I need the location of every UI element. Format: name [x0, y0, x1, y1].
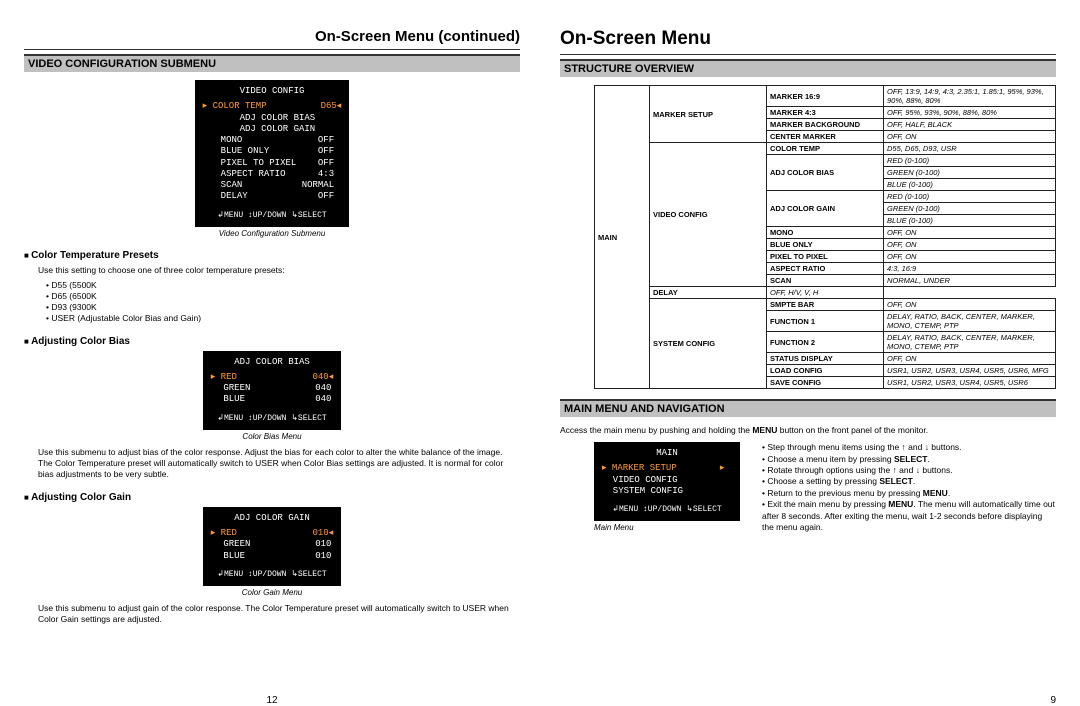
left-page: On-Screen Menu (continued) VIDEO CONFIGU…: [24, 28, 520, 688]
osd-color-bias: ADJ COLOR BIAS▸ RED 040◂ GREEN 040 BLUE …: [203, 351, 341, 430]
bullets-color-temp: D55 (5500KD65 (6500KD93 (9300KUSER (Adju…: [38, 280, 516, 324]
table-row: VIDEO CONFIGCOLOR TEMPD55, D65, D93, USR: [595, 143, 1056, 155]
osd-color-gain-caption: Color Gain Menu: [24, 588, 520, 597]
table-col-value: OFF, ON: [884, 227, 1056, 239]
table-col-item: MARKER 4:3: [767, 107, 884, 119]
section-video-config: VIDEO CONFIGURATION SUBMENU: [24, 54, 520, 72]
table-col-value: NORMAL, UNDER: [884, 275, 1056, 287]
table-col-value: RED (0-100): [884, 191, 1056, 203]
table-col-item: SCAN: [767, 275, 884, 287]
list-item: D65 (6500K: [46, 291, 516, 302]
table-col-value: USR1, USR2, USR3, USR4, USR5, USR6: [884, 377, 1056, 389]
nav-intro-post: button on the front panel of the monitor…: [777, 425, 928, 435]
text-color-gain: Use this submenu to adjust gain of the c…: [38, 603, 516, 625]
nav-bullets: Step through menu items using the ↑ and …: [758, 442, 1056, 534]
table-col-value: OFF, ON: [884, 131, 1056, 143]
table-col-value: GREEN (0-100): [884, 167, 1056, 179]
table-col-value: OFF, 13:9, 14:9, 4:3, 2.35:1, 1.85:1, 95…: [884, 86, 1056, 107]
table-col-value: USR1, USR2, USR3, USR4, USR5, USR6, MFG: [884, 365, 1056, 377]
osd-color-bias-caption: Color Bias Menu: [24, 432, 520, 441]
osd-video-config-wrap: VIDEO CONFIG▸ COLOR TEMP D65◂ ADJ COLOR …: [24, 80, 520, 238]
table-col-category: SYSTEM CONFIG: [650, 299, 767, 389]
list-item: D55 (5500K: [46, 280, 516, 291]
osd-color-gain: ADJ COLOR GAIN▸ RED 010◂ GREEN 010 BLUE …: [203, 507, 341, 586]
table-col-value: OFF, 95%, 93%, 90%, 88%, 80%: [884, 107, 1056, 119]
list-item: Return to the previous menu by pressing …: [762, 488, 1056, 499]
table-col-item: DELAY: [650, 287, 767, 299]
osd-main-wrap: MAIN▸ MARKER SETUP ▸ VIDEO CONFIG SYSTEM…: [594, 442, 740, 532]
table-col-item: ADJ COLOR GAIN: [767, 191, 884, 227]
list-item: USER (Adjustable Color Bias and Gain): [46, 313, 516, 324]
table-col-category: MARKER SETUP: [650, 86, 767, 143]
table-row: SYSTEM CONFIGSMPTE BAROFF, ON: [595, 299, 1056, 311]
table-col-value: BLUE (0-100): [884, 179, 1056, 191]
osd-video-config: VIDEO CONFIG▸ COLOR TEMP D65◂ ADJ COLOR …: [195, 80, 350, 227]
table-col-item: FUNCTION 1: [767, 311, 884, 332]
osd-main: MAIN▸ MARKER SETUP ▸ VIDEO CONFIG SYSTEM…: [594, 442, 740, 521]
heading-color-temp: Color Temperature Presets: [24, 250, 520, 261]
table-col-value: OFF, ON: [884, 251, 1056, 263]
table-col-value: GREEN (0-100): [884, 203, 1056, 215]
table-col-value: OFF, ON: [884, 239, 1056, 251]
nav-row: MAIN▸ MARKER SETUP ▸ VIDEO CONFIG SYSTEM…: [560, 442, 1056, 534]
table-col-item: LOAD CONFIG: [767, 365, 884, 377]
table-col-value: D55, D65, D93, USR: [884, 143, 1056, 155]
heading-color-gain: Adjusting Color Gain: [24, 492, 520, 503]
table-col-value: OFF, ON: [884, 353, 1056, 365]
right-header: On-Screen Menu: [560, 28, 1056, 50]
osd-video-config-caption: Video Configuration Submenu: [24, 229, 520, 238]
osd-color-bias-wrap: ADJ COLOR BIAS▸ RED 040◂ GREEN 040 BLUE …: [24, 351, 520, 441]
section-structure: STRUCTURE OVERVIEW: [560, 59, 1056, 77]
section-main-nav: MAIN MENU AND NAVIGATION: [560, 399, 1056, 417]
table-col-item: STATUS DISPLAY: [767, 353, 884, 365]
table-col-item: PIXEL TO PIXEL: [767, 251, 884, 263]
table-col-value: DELAY, RATIO, BACK, CENTER, MARKER, MONO…: [884, 311, 1056, 332]
page-spread: On-Screen Menu (continued) VIDEO CONFIGU…: [0, 0, 1080, 698]
table-col-item: MARKER BACKGROUND: [767, 119, 884, 131]
table-col-value: RED (0-100): [884, 155, 1056, 167]
table-col-main: MAIN: [595, 86, 650, 389]
text-color-bias: Use this submenu to adjust bias of the c…: [38, 447, 516, 480]
nav-intro: Access the main menu by pushing and hold…: [560, 425, 1052, 436]
list-item: Choose a menu item by pressing SELECT.: [762, 454, 1056, 465]
list-item: Step through menu items using the ↑ and …: [762, 442, 1056, 453]
structure-table-wrap: MAINMARKER SETUPMARKER 16:9OFF, 13:9, 14…: [560, 85, 1056, 389]
rule: [24, 49, 520, 50]
list-item: Rotate through options using the ↑ and ↓…: [762, 465, 1056, 476]
table-row: DELAYOFF, H/V, V, H: [595, 287, 1056, 299]
table-col-category: VIDEO CONFIG: [650, 143, 767, 287]
list-item: D93 (9300K: [46, 302, 516, 313]
table-col-item: ASPECT RATIO: [767, 263, 884, 275]
table-col-item: SMPTE BAR: [767, 299, 884, 311]
page-number-right: 9: [1050, 695, 1056, 706]
table-col-item: SAVE CONFIG: [767, 377, 884, 389]
table-col-value: OFF, H/V, V, H: [767, 287, 884, 299]
nav-intro-bold: MENU: [752, 425, 777, 435]
list-item: Exit the main menu by pressing MENU. The…: [762, 499, 1056, 533]
table-col-value: BLUE (0-100): [884, 215, 1056, 227]
table-col-item: MONO: [767, 227, 884, 239]
left-header: On-Screen Menu (continued): [24, 28, 520, 45]
text-color-temp: Use this setting to choose one of three …: [38, 265, 516, 276]
osd-main-caption: Main Menu: [594, 523, 740, 532]
list-item: Choose a setting by pressing SELECT.: [762, 476, 1056, 487]
rule: [560, 54, 1056, 55]
table-col-value: OFF, ON: [884, 299, 1056, 311]
structure-table: MAINMARKER SETUPMARKER 16:9OFF, 13:9, 14…: [594, 85, 1056, 389]
table-col-value: DELAY, RATIO, BACK, CENTER, MARKER, MONO…: [884, 332, 1056, 353]
table-col-item: CENTER MARKER: [767, 131, 884, 143]
table-row: MAINMARKER SETUPMARKER 16:9OFF, 13:9, 14…: [595, 86, 1056, 107]
table-col-item: MARKER 16:9: [767, 86, 884, 107]
table-col-value: 4:3, 16:9: [884, 263, 1056, 275]
table-col-item: COLOR TEMP: [767, 143, 884, 155]
right-page: On-Screen Menu STRUCTURE OVERVIEW MAINMA…: [560, 28, 1056, 688]
table-col-item: FUNCTION 2: [767, 332, 884, 353]
nav-intro-pre: Access the main menu by pushing and hold…: [560, 425, 752, 435]
heading-color-bias: Adjusting Color Bias: [24, 336, 520, 347]
osd-color-gain-wrap: ADJ COLOR GAIN▸ RED 010◂ GREEN 010 BLUE …: [24, 507, 520, 597]
page-number-left: 12: [266, 695, 277, 706]
table-col-value: OFF, HALF, BLACK: [884, 119, 1056, 131]
table-col-item: ADJ COLOR BIAS: [767, 155, 884, 191]
table-col-item: BLUE ONLY: [767, 239, 884, 251]
